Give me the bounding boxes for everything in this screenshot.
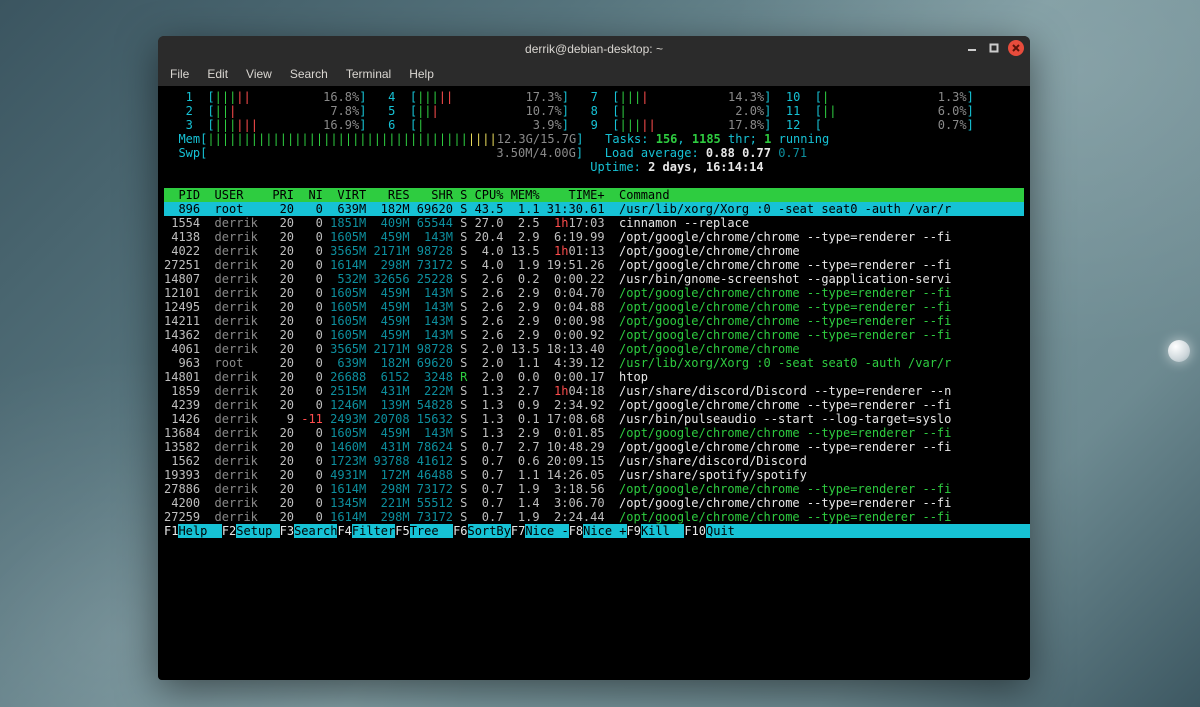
window-controls <box>964 40 1024 56</box>
htop-meters: 1 [||||| 16.8%] 4 [||||| 17.3%] 7 [|||| … <box>164 90 1024 188</box>
htop-header: PID USER PRI NI VIRT RES SHR S CPU% MEM%… <box>164 188 1024 202</box>
process-row[interactable]: 963 root 20 0 639M 182M 69620 S 2.0 1.1 … <box>164 356 1024 370</box>
menu-help[interactable]: Help <box>409 62 434 86</box>
process-row[interactable]: 1859 derrik 20 0 2515M 431M 222M S 1.3 2… <box>164 384 1024 398</box>
process-row[interactable]: 12495 derrik 20 0 1605M 459M 143M S 2.6 … <box>164 300 1024 314</box>
maximize-button[interactable] <box>986 40 1002 56</box>
process-row[interactable]: 1562 derrik 20 0 1723M 93788 41612 S 0.7… <box>164 454 1024 468</box>
process-row[interactable]: 1554 derrik 20 0 1851M 409M 65544 S 27.0… <box>164 216 1024 230</box>
htop-fn-bar[interactable]: F1Help F2Setup F3SearchF4FilterF5Tree F6… <box>164 524 1024 538</box>
process-row[interactable]: 896 root 20 0 639M 182M 69620 S 43.5 1.1… <box>164 202 1024 216</box>
desktop-orb <box>1168 340 1190 362</box>
menu-file[interactable]: File <box>170 62 189 86</box>
window-title: derrik@debian-desktop: ~ <box>158 36 1030 62</box>
process-row[interactable]: 27259 derrik 20 0 1614M 298M 73172 S 0.7… <box>164 510 1024 524</box>
process-row[interactable]: 1426 derrik 9 -11 2493M 20708 15632 S 1.… <box>164 412 1024 426</box>
terminal-content[interactable]: 1 [||||| 16.8%] 4 [||||| 17.3%] 7 [|||| … <box>158 86 1030 680</box>
close-button[interactable] <box>1008 40 1024 56</box>
process-row[interactable]: 14801 derrik 20 0 26688 6152 3248 R 2.0 … <box>164 370 1024 384</box>
titlebar[interactable]: derrik@debian-desktop: ~ <box>158 36 1030 62</box>
menu-edit[interactable]: Edit <box>207 62 228 86</box>
process-row[interactable]: 12101 derrik 20 0 1605M 459M 143M S 2.6 … <box>164 286 1024 300</box>
process-row[interactable]: 14211 derrik 20 0 1605M 459M 143M S 2.6 … <box>164 314 1024 328</box>
terminal-window: derrik@debian-desktop: ~ File Edit View … <box>158 36 1030 680</box>
process-row[interactable]: 13582 derrik 20 0 1460M 431M 78624 S 0.7… <box>164 440 1024 454</box>
process-row[interactable]: 27886 derrik 20 0 1614M 298M 73172 S 0.7… <box>164 482 1024 496</box>
minimize-button[interactable] <box>964 40 980 56</box>
process-row[interactable]: 13684 derrik 20 0 1605M 459M 143M S 1.3 … <box>164 426 1024 440</box>
process-row[interactable]: 4239 derrik 20 0 1246M 139M 54828 S 1.3 … <box>164 398 1024 412</box>
process-row[interactable]: 14807 derrik 20 0 532M 32656 25228 S 2.6… <box>164 272 1024 286</box>
process-row[interactable]: 4061 derrik 20 0 3565M 2171M 98728 S 2.0… <box>164 342 1024 356</box>
process-row[interactable]: 19393 derrik 20 0 4931M 172M 46488 S 0.7… <box>164 468 1024 482</box>
menu-terminal[interactable]: Terminal <box>346 62 391 86</box>
htop-process-list[interactable]: 896 root 20 0 639M 182M 69620 S 43.5 1.1… <box>164 202 1024 524</box>
process-row[interactable]: 4138 derrik 20 0 1605M 459M 143M S 20.4 … <box>164 230 1024 244</box>
process-row[interactable]: 4200 derrik 20 0 1345M 221M 55512 S 0.7 … <box>164 496 1024 510</box>
process-row[interactable]: 27251 derrik 20 0 1614M 298M 73172 S 4.0… <box>164 258 1024 272</box>
menubar: File Edit View Search Terminal Help <box>158 62 1030 86</box>
menu-view[interactable]: View <box>246 62 272 86</box>
process-row[interactable]: 4022 derrik 20 0 3565M 2171M 98728 S 4.0… <box>164 244 1024 258</box>
process-row[interactable]: 14362 derrik 20 0 1605M 459M 143M S 2.6 … <box>164 328 1024 342</box>
menu-search[interactable]: Search <box>290 62 328 86</box>
